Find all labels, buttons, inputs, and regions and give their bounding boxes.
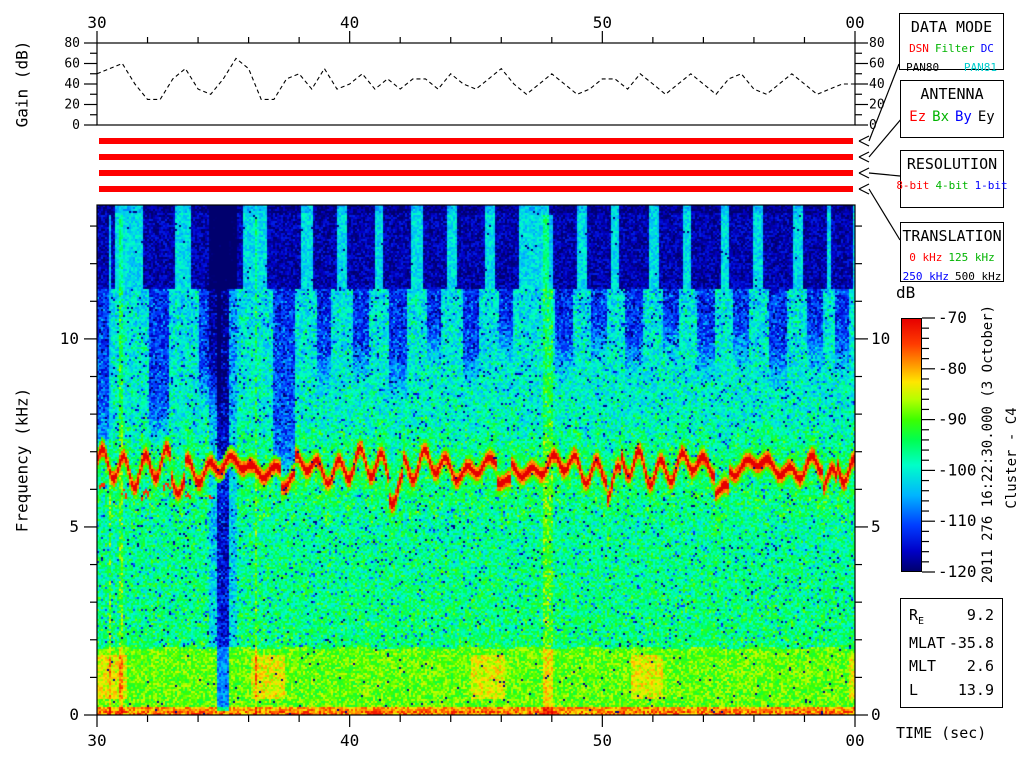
panel-resolution: RESOLUTION 8-bit 4-bit 1-bit [896, 150, 1008, 208]
status-bar-resolution [99, 170, 853, 176]
panel-row: Ez Bx By Ey [901, 109, 1003, 125]
option-0-khz: 0 kHz [909, 250, 943, 264]
colorbar-ticks: -70 -80 -90 -100 -110 -120 [922, 308, 977, 581]
option-ey: Ey [977, 108, 995, 125]
spectrogram-frame [96, 204, 856, 716]
option-ez: Ez [909, 108, 927, 125]
tick-label: 00 [845, 731, 864, 750]
tick-label: 50 [593, 13, 612, 32]
gain-plot-frame [96, 42, 856, 126]
ephemeris-label: L [909, 680, 919, 699]
ephemeris-row-mlt: MLT 2.6 [909, 659, 994, 674]
panel-row: PAN80 PAN81 [900, 61, 1003, 74]
panel-title-translation: TRANSLATION [902, 227, 1002, 245]
ephemeris-row-l: L 13.9 [909, 680, 994, 699]
spacecraft-vertical-label: Cluster - C4 [1004, 407, 1020, 509]
top-time-axis: 30 40 50 00 [87, 13, 865, 43]
tick-label: -100 [938, 460, 977, 479]
tick-label: 30 [87, 731, 106, 750]
panel-translation: TRANSLATION 0 kHz 125 kHz 250 kHz 500 kHz [900, 222, 1004, 283]
ephemeris-panel: RE 9.2 MLAT -35.8 MLT 2.6 L 13.9 [900, 598, 1003, 708]
bottom-time-axis: 30 40 50 00 [87, 715, 865, 750]
tick-label: -80 [938, 359, 967, 378]
tick-label: 40 [340, 13, 359, 32]
frequency-axes: 0 0 5 5 10 10 [60, 225, 890, 724]
ephemeris-label: MLAT [909, 633, 946, 652]
option-1-bit: 1-bit [974, 178, 1008, 192]
tick-label: 20 [64, 98, 80, 113]
panel-title-resolution: RESOLUTION [906, 155, 998, 173]
ephemeris-value: 2.6 [966, 657, 994, 676]
tick-label: 80 [869, 36, 885, 51]
option-by: By [955, 108, 972, 125]
tick-label: 50 [593, 731, 612, 750]
option-filter: Filter [934, 41, 975, 55]
option-125-khz: 125 kHz [948, 250, 995, 264]
gain-axis-label: Gain (dB) [12, 40, 32, 128]
panel-row: 0 kHz 125 kHz [901, 251, 1003, 264]
option-4-bit: 4-bit [935, 178, 969, 192]
ephemeris-label: RE [909, 606, 925, 627]
status-bar-antenna [99, 154, 853, 160]
tick-label: -120 [938, 562, 977, 581]
gain-curve [96, 57, 855, 100]
axes-overlay: 30 40 50 0030 40 50 000 020 2040 4060 6080 800 05 510… [60, 13, 977, 750]
option-pan81: PAN81 [963, 60, 997, 74]
ephemeris-row-mlat: MLAT -35.8 [909, 633, 994, 652]
panel-row: DSN Filter DC [900, 42, 1003, 55]
tick-label: 30 [87, 13, 106, 32]
colorbar [901, 318, 922, 572]
option-dc: DC [980, 41, 994, 55]
tick-label: 40 [869, 77, 885, 92]
option-pan80: PAN80 [906, 60, 940, 74]
option-250-khz: 250 kHz [902, 269, 949, 283]
ephemeris-row-r: RE 9.2 [909, 608, 994, 627]
option-500-khz: 500 kHz [955, 269, 1002, 283]
option-8-bit: 8-bit [896, 178, 930, 192]
panel-row: 250 kHz 500 kHz [901, 270, 1003, 283]
panel-title-data-mode: DATA MODE [910, 18, 993, 36]
ephemeris-value: 13.9 [957, 680, 994, 699]
ephemeris-value: 9.2 [966, 606, 994, 624]
gain-y-axes: 0 020 2040 4060 6080 80 [64, 36, 884, 133]
tick-label: 0 [871, 705, 881, 724]
tick-label: -70 [938, 308, 967, 327]
frequency-axis-label: Frequency (kHz) [12, 387, 32, 533]
status-bar-data-mode [99, 138, 853, 144]
tick-label: 40 [340, 731, 359, 750]
panel-data-mode: DATA MODE DSN Filter DC PAN80 PAN81 [899, 13, 1004, 74]
tick-label: 20 [869, 98, 885, 113]
ephemeris-value: -35.8 [948, 633, 994, 652]
ephemeris-label: MLT [909, 657, 937, 676]
panel-title-antenna: ANTENNA [920, 85, 984, 103]
option-bx: Bx [932, 108, 949, 125]
tick-label: 40 [64, 77, 80, 92]
tick-label: 80 [64, 36, 80, 51]
datetime-vertical-label: 2011 276 16:22:30.000 (3 October) [980, 304, 996, 584]
tick-label: 0 [69, 705, 79, 724]
tick-label: 10 [871, 329, 890, 348]
tick-label: 5 [871, 517, 881, 536]
panel-row: 8-bit 4-bit 1-bit [896, 178, 1007, 192]
tick-label: 0 [72, 118, 80, 133]
tick-label: -110 [938, 511, 977, 530]
tick-label: 60 [64, 57, 80, 72]
tick-label: 5 [69, 517, 79, 536]
colorbar-unit-label: dB [896, 283, 916, 302]
panel-antenna: ANTENNA Ez Bx By Ey [900, 80, 1004, 138]
status-bar-translation [99, 186, 853, 192]
tick-label: 00 [845, 13, 864, 32]
option-dsn: DSN [909, 41, 929, 55]
time-axis-label: TIME (sec) [896, 724, 987, 742]
tick-label: -90 [938, 410, 967, 429]
tick-label: 10 [60, 329, 79, 348]
wbd-spectrogram-viewer: 30 40 50 00 30 40 50 00 0 0 20 20 40 40 60 60 80 80 0 0 5 5 10… [0, 0, 1024, 768]
tick-label: 60 [869, 57, 885, 72]
